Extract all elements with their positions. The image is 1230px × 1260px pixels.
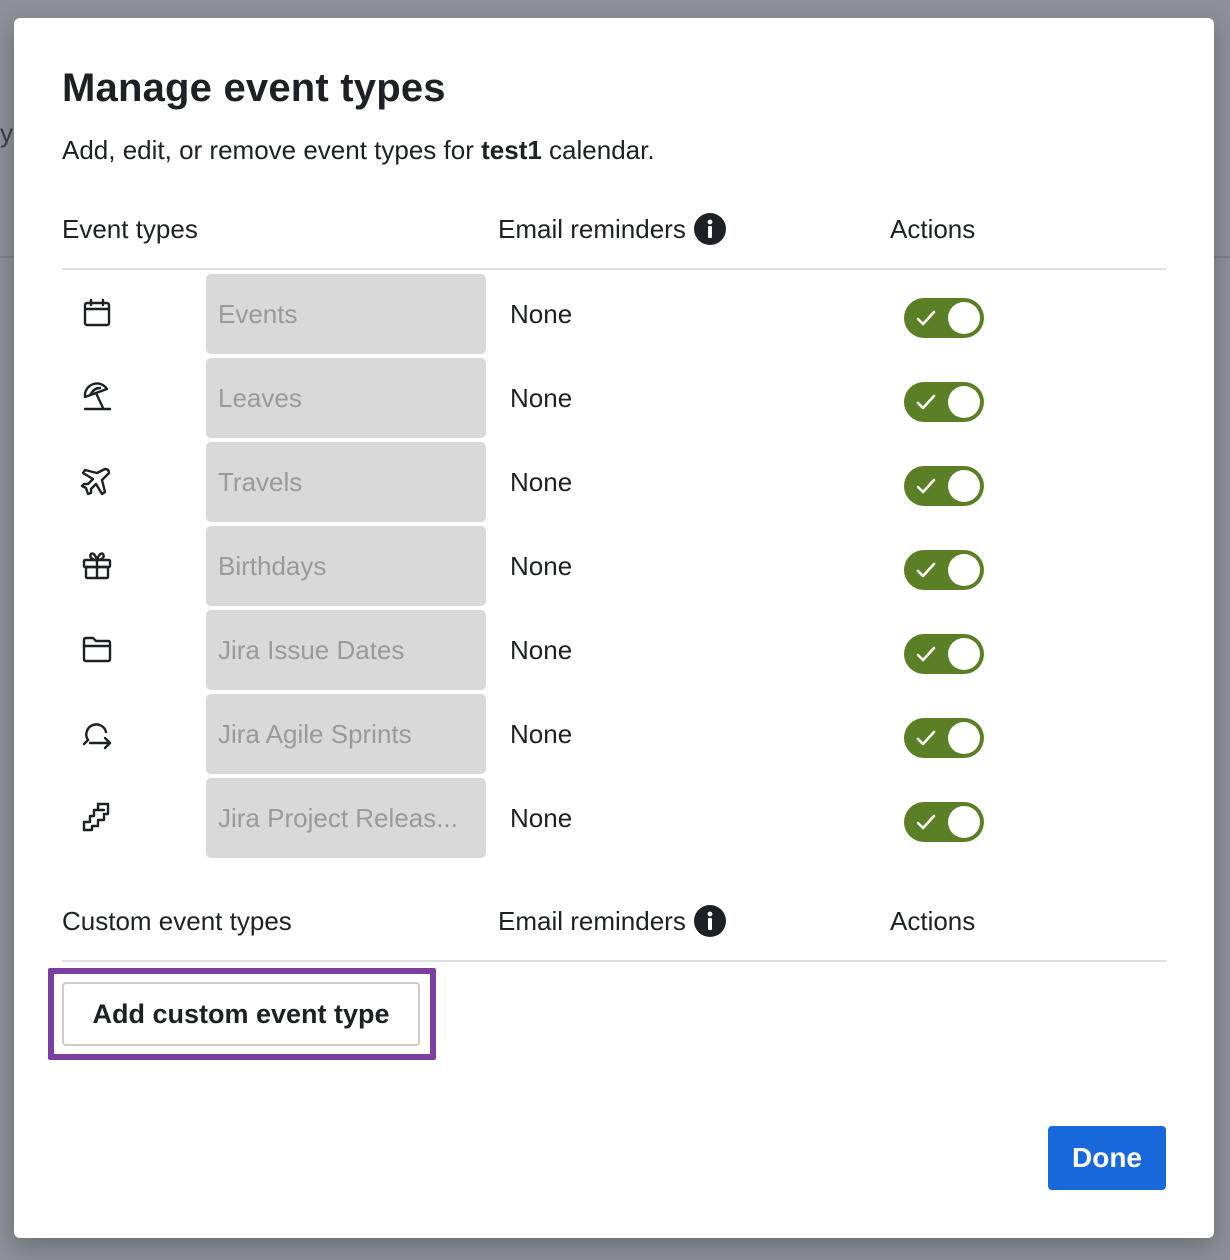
toggle-knob: [948, 722, 980, 754]
event-type-row: Leaves None: [62, 358, 1166, 438]
email-reminder-value[interactable]: None: [510, 274, 572, 354]
backdrop-divider: [1214, 256, 1230, 258]
event-type-name: Jira Project Releas...: [218, 802, 458, 833]
toggle-knob: [948, 554, 980, 586]
check-icon: [916, 814, 936, 830]
event-type-row: Travels None: [62, 442, 1166, 522]
subtitle-prefix: Add, edit, or remove event types for: [62, 135, 482, 165]
event-type-name-field[interactable]: Leaves: [206, 358, 486, 438]
event-type-name-field[interactable]: Jira Project Releas...: [206, 778, 486, 858]
email-reminder-value[interactable]: None: [510, 526, 572, 606]
event-type-row: Jira Agile Sprints None: [62, 694, 1166, 774]
email-reminders-label: Email reminders: [498, 905, 686, 936]
calendar-icon: [80, 296, 114, 330]
event-type-name-field[interactable]: Birthdays: [206, 526, 486, 606]
event-type-name: Birthdays: [218, 550, 327, 581]
event-type-name: Jira Agile Sprints: [218, 718, 412, 749]
enable-toggle[interactable]: [904, 802, 984, 842]
email-reminder-value[interactable]: None: [510, 694, 572, 774]
event-type-row: Birthdays None: [62, 526, 1166, 606]
manage-event-types-dialog: Manage event types Add, edit, or remove …: [14, 18, 1214, 1238]
subtitle-suffix: calendar.: [541, 135, 655, 165]
check-icon: [916, 730, 936, 746]
enable-toggle[interactable]: [904, 466, 984, 506]
event-type-row: Jira Project Releas... None: [62, 778, 1166, 858]
folder-icon: [80, 632, 114, 666]
toggle-knob: [948, 302, 980, 334]
beach-umbrella-icon: [80, 380, 114, 414]
add-custom-event-type-button[interactable]: Add custom event type: [62, 982, 420, 1046]
enable-toggle[interactable]: [904, 718, 984, 758]
event-type-name: Jira Issue Dates: [218, 634, 405, 665]
email-reminder-value[interactable]: None: [510, 358, 572, 438]
done-button[interactable]: Done: [1048, 1126, 1166, 1190]
toggle-knob: [948, 470, 980, 502]
header-divider: [62, 268, 1166, 270]
release-ship-icon: [80, 800, 114, 834]
event-type-name: Leaves: [218, 382, 302, 413]
event-type-name-field[interactable]: Events: [206, 274, 486, 354]
enable-toggle[interactable]: [904, 298, 984, 338]
enable-toggle[interactable]: [904, 634, 984, 674]
check-icon: [916, 478, 936, 494]
info-icon[interactable]: [693, 213, 726, 245]
airplane-icon: [80, 464, 114, 498]
email-reminder-value[interactable]: None: [510, 778, 572, 858]
gift-icon: [80, 548, 114, 582]
backdrop-divider: [0, 256, 14, 258]
event-type-name-field[interactable]: Jira Issue Dates: [206, 610, 486, 690]
event-type-name-field[interactable]: Travels: [206, 442, 486, 522]
backdrop-text: y: [0, 118, 13, 148]
email-reminders-label: Email reminders: [498, 213, 686, 244]
email-reminder-value[interactable]: None: [510, 442, 572, 522]
email-reminders-header: Email reminders: [498, 212, 726, 246]
custom-header-divider: [62, 960, 1166, 962]
toggle-knob: [948, 638, 980, 670]
check-icon: [916, 310, 936, 326]
check-icon: [916, 394, 936, 410]
event-type-name: Travels: [218, 466, 303, 497]
enable-toggle[interactable]: [904, 382, 984, 422]
toggle-knob: [948, 806, 980, 838]
enable-toggle[interactable]: [904, 550, 984, 590]
info-icon[interactable]: [693, 905, 726, 937]
check-icon: [916, 646, 936, 662]
event-type-row: Events None: [62, 274, 1166, 354]
event-type-name: Events: [218, 298, 298, 329]
custom-actions-header: Actions: [890, 905, 976, 936]
event-type-row: Jira Issue Dates None: [62, 610, 1166, 690]
calendar-name: test1: [481, 135, 542, 165]
event-type-name-field[interactable]: Jira Agile Sprints: [206, 694, 486, 774]
event-types-header: Event types: [62, 213, 198, 244]
dialog-title: Manage event types: [62, 66, 446, 110]
sprint-cycle-icon: [80, 716, 114, 750]
dialog-subtitle: Add, edit, or remove event types for tes…: [62, 135, 655, 166]
custom-email-reminders-header: Email reminders: [498, 904, 726, 938]
email-reminder-value[interactable]: None: [510, 610, 572, 690]
toggle-knob: [948, 386, 980, 418]
check-icon: [916, 562, 936, 578]
actions-header: Actions: [890, 213, 976, 244]
custom-event-types-header: Custom event types: [62, 905, 292, 936]
